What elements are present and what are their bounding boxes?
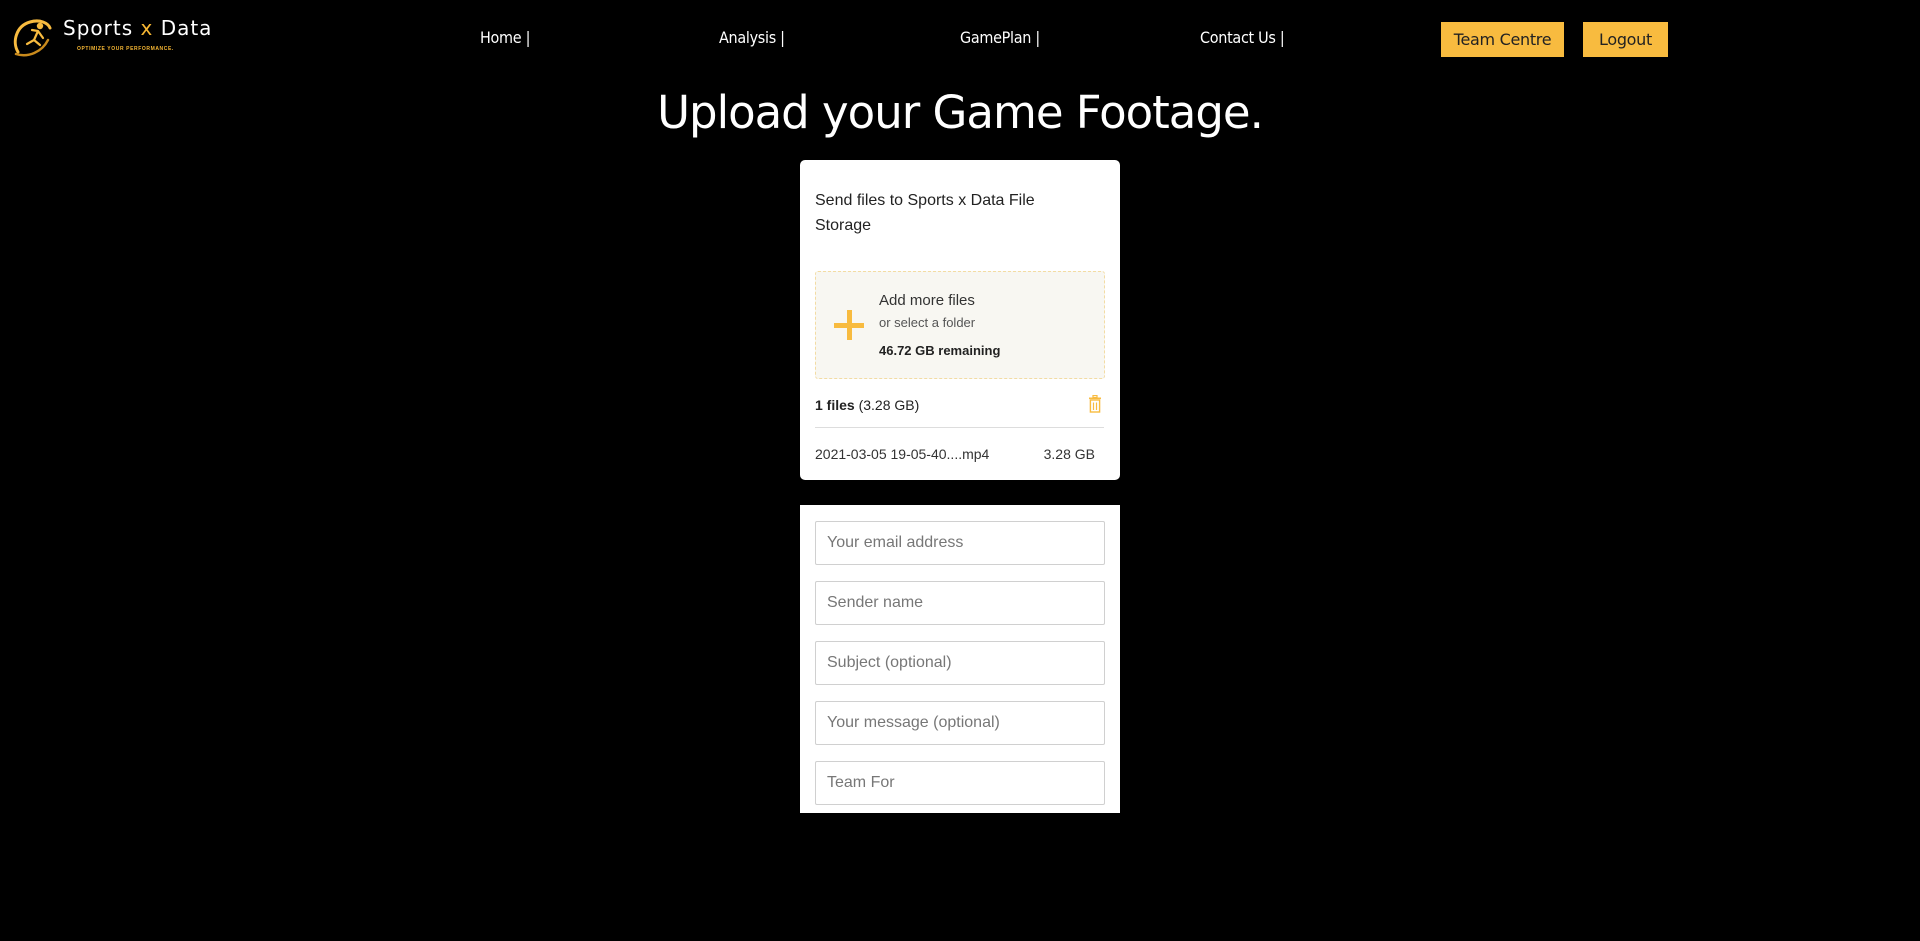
trash-icon[interactable] [1088, 395, 1102, 413]
subject-input[interactable] [815, 641, 1105, 685]
brand-logo[interactable]: Sports x Data OPTIMIZE YOUR PERFORMANCE. [10, 12, 213, 62]
team-centre-button[interactable]: Team Centre [1441, 22, 1564, 57]
upload-card: Send files to Sports x Data File Storage… [800, 160, 1120, 480]
sender-name-input[interactable] [815, 581, 1105, 625]
storage-remaining: 46.72 GB remaining [879, 343, 1001, 358]
add-files-dropzone[interactable]: Add more files or select a folder 46.72 … [815, 271, 1105, 379]
logout-button[interactable]: Logout [1583, 22, 1668, 57]
page-title: Upload your Game Footage. [657, 86, 1264, 139]
nav-contact-link[interactable]: Contact Us | [1200, 28, 1285, 47]
email-input[interactable] [815, 521, 1105, 565]
nav-gameplan-link[interactable]: GamePlan | [960, 28, 1040, 47]
site-header: Sports x Data OPTIMIZE YOUR PERFORMANCE.… [0, 0, 1920, 80]
file-name: 2021-03-05 19-05-40....mp4 [815, 446, 990, 462]
brand-tagline: OPTIMIZE YOUR PERFORMANCE. [77, 46, 174, 52]
nav-analysis-link[interactable]: Analysis | [719, 28, 785, 47]
message-input[interactable] [815, 701, 1105, 745]
file-total-size: (3.28 GB) [858, 397, 920, 413]
transfer-form [800, 505, 1120, 813]
team-for-input[interactable] [815, 761, 1105, 805]
runner-logo-icon [13, 19, 52, 57]
file-count: 1 files [815, 397, 855, 413]
nav-home-link[interactable]: Home | [480, 28, 530, 47]
file-list-divider [815, 427, 1104, 428]
file-size: 3.28 GB [1043, 446, 1095, 462]
file-count-summary: 1 files (3.28 GB) [815, 397, 919, 413]
brand-name: Sports x Data [63, 16, 213, 40]
upload-heading: Send files to Sports x Data File Storage [815, 192, 1035, 234]
add-more-files-label[interactable]: Add more files [879, 292, 975, 309]
plus-icon [834, 310, 864, 340]
select-folder-link[interactable]: or select a folder [879, 315, 975, 330]
